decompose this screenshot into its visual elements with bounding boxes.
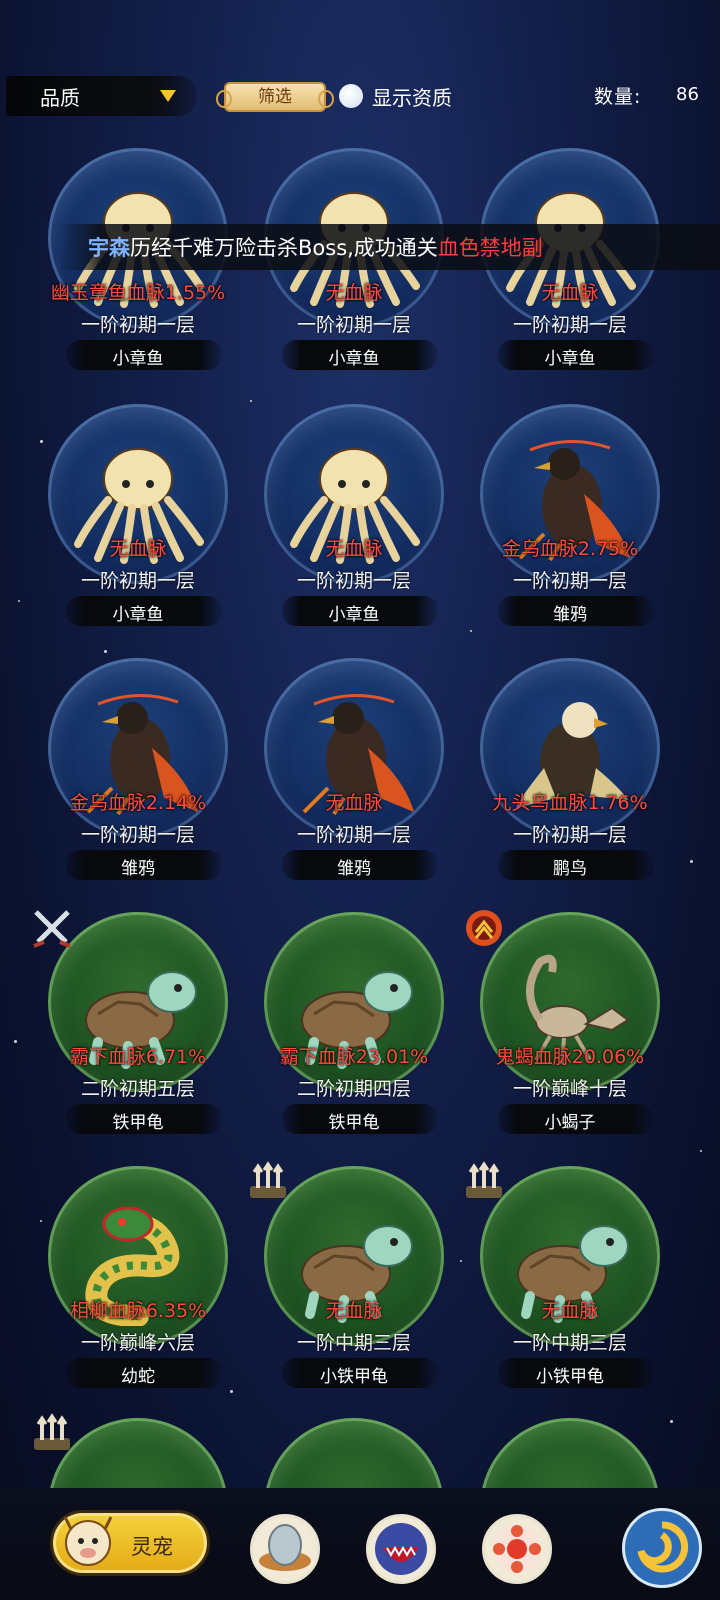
pet-card[interactable]: [28, 1413, 248, 1488]
pet-orb: [264, 1418, 444, 1488]
fire-rank-icon: [462, 906, 506, 950]
arrows-icon: [246, 1160, 290, 1204]
broadcast-text: 宇森历经千难万险击杀Boss,成功通关血色禁地副: [88, 232, 543, 262]
pet-bloodline: 鬼蝎血脉20.06%: [495, 1046, 645, 1068]
pet-stage: 一阶中期三层: [296, 1332, 411, 1354]
pet-bloodline: 无血脉: [325, 1300, 383, 1322]
nav-tab-pets[interactable]: 灵宠: [50, 1510, 210, 1576]
pet-name: 铁甲龟: [112, 1113, 164, 1133]
pet-card[interactable]: 无血脉一阶初期一层 小章鱼: [244, 148, 464, 398]
pet-stage: 一阶初期一层: [80, 824, 195, 846]
pet-card[interactable]: 无血脉一阶中期三层 小铁甲龟: [460, 1161, 680, 1416]
pet-name: 雏鸦: [121, 859, 155, 879]
nav-swirl[interactable]: [622, 1508, 702, 1588]
pet-bloodline: 无血脉: [541, 1300, 599, 1322]
pet-stage: 一阶初期一层: [296, 314, 411, 336]
pet-stage: 一阶初期一层: [512, 824, 627, 846]
pet-stage: 一阶初期一层: [296, 824, 411, 846]
pet-stage: 一阶中期三层: [512, 1332, 627, 1354]
filter-button[interactable]: 筛选: [216, 82, 334, 112]
pet-name: 小章鱼: [328, 605, 380, 625]
pet-card[interactable]: 鬼蝎血脉20.06% 一阶巅峰十层 小蝎子: [460, 910, 680, 1162]
swirl-icon: [637, 1521, 689, 1573]
pet-bloodline: 无血脉: [325, 792, 383, 814]
pet-bloodline: 霸下血脉6.71%: [69, 1046, 207, 1068]
crossed-swords-icon: [30, 906, 74, 950]
pet-name: 小章鱼: [328, 349, 380, 369]
pet-name: 铁甲龟: [328, 1113, 380, 1133]
nav-red-orb[interactable]: [482, 1514, 552, 1584]
show-aptitude-toggle[interactable]: [339, 84, 363, 108]
broadcast-message: 历经千难万险击杀Boss,成功通关: [130, 236, 438, 260]
pet-orb: [480, 1418, 660, 1488]
pet-card[interactable]: 无血脉一阶初期一层 雏鸦: [244, 658, 464, 908]
pet-name: 鹏鸟: [553, 859, 587, 879]
bottom-nav: 灵宠: [0, 1488, 720, 1600]
pet-stage: 一阶初期一层: [80, 570, 195, 592]
pet-card[interactable]: 无血脉一阶初期一层 小章鱼: [244, 404, 464, 654]
pet-stage: 一阶初期一层: [80, 314, 195, 336]
pet-card[interactable]: 九头鸟血脉1.76% 一阶初期一层 鹏鸟: [460, 658, 680, 908]
pet-card[interactable]: 幽玉章鱼血脉1.55% 一阶初期一层 小章鱼: [28, 148, 248, 398]
pet-card[interactable]: 无血脉一阶初期一层 小章鱼: [28, 404, 248, 654]
broadcast-marquee: 宇森历经千难万险击杀Boss,成功通关血色禁地副: [60, 224, 720, 270]
pet-card[interactable]: 霸下血脉6.71% 二阶初期五层 铁甲龟: [28, 910, 248, 1162]
pet-stage: 一阶初期一层: [296, 570, 411, 592]
pet-stage: 一阶巅峰六层: [80, 1332, 195, 1354]
dropdown-arrow-icon: [160, 90, 176, 102]
pet-name: 小铁甲龟: [536, 1367, 604, 1387]
pet-name: 小铁甲龟: [320, 1367, 388, 1387]
pet-card[interactable]: [460, 1418, 680, 1488]
egg-nest-icon: [259, 1524, 311, 1571]
pet-bloodline: 霸下血脉23.01%: [279, 1046, 429, 1068]
arrows-icon: [462, 1160, 506, 1204]
show-aptitude-label: 显示资质: [372, 86, 452, 110]
pet-name: 雏鸦: [337, 859, 371, 879]
pet-bloodline: 无血脉: [109, 538, 167, 560]
monster-mouth-icon: [375, 1523, 427, 1575]
pet-card[interactable]: 金乌血脉2.14% 一阶初期一层 雏鸦: [28, 658, 248, 908]
pet-bloodline: 无血脉: [325, 538, 383, 560]
pet-stage: 一阶初期一层: [512, 570, 627, 592]
pet-stage: 二阶初期四层: [296, 1078, 411, 1100]
pet-bloodline: 无血脉: [325, 282, 383, 304]
pet-card[interactable]: 无血脉一阶初期一层 小章鱼: [460, 148, 680, 398]
count-value: 86: [676, 84, 699, 105]
pet-name: 幼蛇: [121, 1367, 155, 1387]
pet-bloodline: 九头鸟血脉1.76%: [492, 792, 648, 814]
pet-card[interactable]: 无血脉一阶中期三层 小铁甲龟: [244, 1161, 464, 1416]
pet-name: 小章鱼: [112, 349, 164, 369]
filter-button-label: 筛选: [258, 87, 292, 107]
pet-card[interactable]: [244, 1418, 464, 1488]
pet-orb: [48, 1418, 228, 1488]
pet-ox-icon: [63, 1516, 113, 1566]
nav-egg-nest[interactable]: [250, 1514, 320, 1584]
nav-tab-pets-label: 灵宠: [131, 1535, 173, 1559]
pet-stage: 一阶初期一层: [512, 314, 627, 336]
count-label: 数量:: [594, 86, 642, 108]
pet-name: 小章鱼: [544, 349, 596, 369]
pet-name: 雏鸦: [553, 605, 587, 625]
pet-card[interactable]: 相柳血脉6.35% 一阶巅峰六层 幼蛇: [28, 1166, 248, 1416]
broadcast-player: 宇森: [88, 236, 130, 260]
quality-dropdown[interactable]: 品质: [6, 76, 196, 116]
pet-card[interactable]: 霸下血脉23.01% 二阶初期四层 铁甲龟: [244, 912, 464, 1162]
nav-monster[interactable]: [366, 1514, 436, 1584]
red-orb-icon: [493, 1525, 541, 1573]
pet-bloodline: 幽玉章鱼血脉1.55%: [50, 282, 226, 304]
pet-name: 小章鱼: [112, 605, 164, 625]
pet-stage: 一阶巅峰十层: [512, 1078, 627, 1100]
filter-bar: 品质 筛选 显示资质 数量: 86: [0, 70, 720, 122]
pet-stage: 二阶初期五层: [80, 1078, 195, 1100]
pet-bloodline: 无血脉: [541, 282, 599, 304]
pet-bloodline: 相柳血脉6.35%: [69, 1300, 207, 1322]
pet-name: 小蝎子: [544, 1113, 596, 1133]
arrows-icon: [30, 1412, 74, 1456]
pet-card[interactable]: 金乌血脉2.75% 一阶初期一层 雏鸦: [460, 404, 680, 654]
broadcast-place: 血色禁地副: [437, 236, 543, 260]
quality-dropdown-label: 品质: [40, 85, 80, 110]
pet-bloodline: 金乌血脉2.75%: [501, 538, 639, 560]
pet-bloodline: 金乌血脉2.14%: [69, 792, 207, 814]
